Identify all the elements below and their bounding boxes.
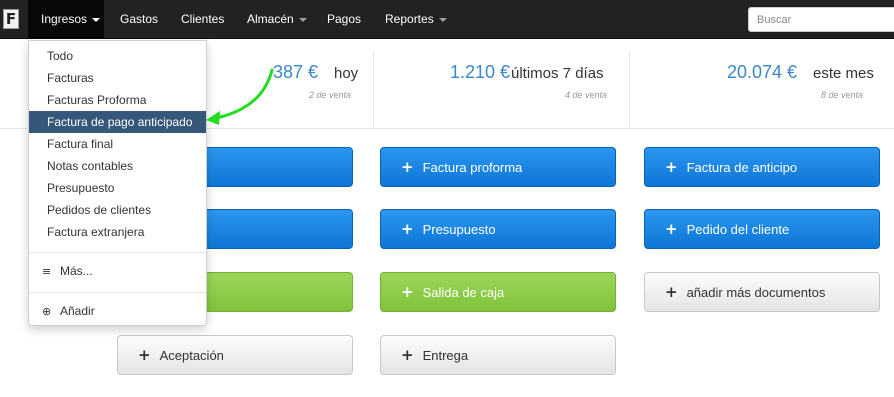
chevron-down-icon: [298, 17, 307, 22]
nav-gastos-label: Gastos: [120, 12, 159, 26]
app-logo[interactable]: F: [3, 9, 19, 29]
stat-week-sub: 4 de venta: [565, 90, 608, 100]
top-navbar: F Ingresos Gastos Clientes Almacén Pagos…: [0, 0, 894, 39]
plus-circle-icon: ⊕: [42, 305, 52, 318]
new-customer-order-button[interactable]: + Pedido del cliente: [644, 209, 880, 249]
button-label: Presupuesto: [422, 222, 496, 237]
nav-almacen-label: Almacén: [247, 12, 294, 26]
new-quote-button[interactable]: + Presupuesto: [380, 209, 616, 249]
stat-month-label: este mes: [813, 65, 874, 82]
nav-pagos[interactable]: Pagos: [327, 0, 361, 39]
menu-divider: [29, 252, 206, 253]
plus-icon: +: [665, 158, 678, 176]
button-label: Pedido del cliente: [686, 222, 790, 237]
plus-icon: +: [665, 283, 678, 301]
stats-divider: [629, 52, 630, 128]
stat-today-sub: 2 de venta: [309, 90, 352, 100]
button-label: añadir más documentos: [686, 285, 826, 300]
menu-item-mas[interactable]: ≡ Más...: [29, 260, 206, 282]
plus-icon: +: [401, 346, 414, 364]
button-label: Salida de caja: [422, 285, 505, 300]
search-input[interactable]: [748, 7, 894, 32]
button-label: Factura proforma: [422, 160, 523, 175]
curved-arrow-icon: [206, 68, 274, 125]
plus-icon: +: [401, 158, 414, 176]
button-label: Entrega: [422, 348, 469, 363]
nav-clientes-label: Clientes: [181, 12, 225, 26]
nav-ingresos-label: Ingresos: [41, 12, 88, 26]
menu-item-factura-extranjera[interactable]: Factura extranjera: [29, 221, 206, 243]
stat-today-label: hoy: [334, 65, 359, 82]
nav-almacen[interactable]: Almacén: [247, 0, 307, 39]
menu-item-notas-contables[interactable]: Notas contables: [29, 155, 206, 177]
new-proforma-button[interactable]: + Factura proforma: [380, 147, 616, 187]
stat-week-amount: 1.210 €: [450, 62, 511, 82]
menu-item-todo[interactable]: Todo: [29, 45, 206, 67]
new-acceptance-button[interactable]: + Aceptación: [117, 335, 353, 375]
ingresos-dropdown-menu: Todo Facturas Facturas Proforma Factura …: [28, 40, 207, 326]
menu-item-factura-pago-anticipado[interactable]: Factura de pago anticipado: [29, 111, 206, 133]
new-cash-out-button[interactable]: + Salida de caja: [380, 272, 616, 312]
stat-month-sub: 8 de venta: [821, 90, 864, 100]
new-advance-invoice-button[interactable]: + Factura de anticipo: [644, 147, 880, 187]
menu-divider: [29, 292, 206, 293]
nav-gastos[interactable]: Gastos: [120, 0, 158, 39]
plus-icon: +: [665, 220, 678, 238]
menu-item-mas-label: Más...: [60, 264, 93, 278]
menu-item-facturas[interactable]: Facturas: [29, 67, 206, 89]
nav-reportes[interactable]: Reportes: [385, 0, 447, 39]
stat-month-amount: 20.074 €: [727, 62, 798, 82]
nav-reportes-label: Reportes: [385, 12, 434, 26]
nav-pagos-label: Pagos: [327, 12, 362, 26]
menu-item-factura-final[interactable]: Factura final: [29, 133, 206, 155]
plus-icon: +: [401, 283, 414, 301]
menu-item-anadir[interactable]: ⊕ Añadir: [29, 300, 206, 322]
new-delivery-button[interactable]: + Entrega: [380, 335, 616, 375]
add-more-documents-button[interactable]: + añadir más documentos: [644, 272, 880, 312]
chevron-down-icon: [92, 17, 101, 22]
stats-divider: [373, 52, 374, 128]
menu-item-presupuesto[interactable]: Presupuesto: [29, 177, 206, 199]
stat-week-label: últimos 7 días: [511, 65, 604, 82]
plus-icon: +: [401, 220, 414, 238]
menu-lines-icon: ≡: [42, 265, 52, 278]
nav-ingresos[interactable]: Ingresos: [28, 0, 104, 39]
button-label: Aceptación: [159, 348, 224, 363]
menu-item-anadir-label: Añadir: [60, 304, 95, 318]
nav-clientes[interactable]: Clientes: [181, 0, 224, 39]
menu-item-facturas-proforma[interactable]: Facturas Proforma: [29, 89, 206, 111]
button-label: Factura de anticipo: [686, 160, 798, 175]
chevron-down-icon: [438, 17, 447, 22]
menu-item-pedidos-clientes[interactable]: Pedidos de clientes: [29, 199, 206, 221]
plus-icon: +: [138, 346, 151, 364]
